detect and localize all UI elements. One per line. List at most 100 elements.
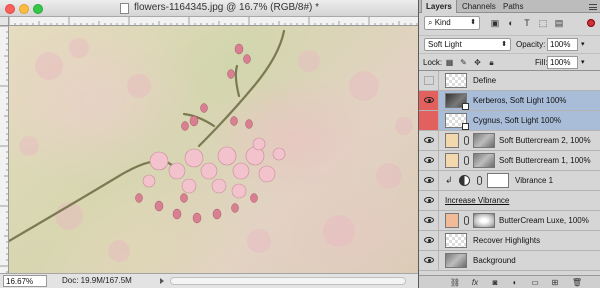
adjustment-icon[interactable]: ◐ [509, 277, 521, 288]
eye-icon [424, 157, 434, 163]
layer-filter-row: ⌕ Kind ⬍ ▣ ◐ T ⬚ ▤ [419, 13, 600, 35]
fx-icon[interactable]: fx [469, 277, 481, 288]
adjustment-filter-icon[interactable]: ◐ [505, 17, 517, 29]
layer-row[interactable]: Soft Buttercream 1, 100% [419, 151, 600, 171]
eye-icon [424, 197, 434, 203]
add-mask-icon[interactable]: ◙ [489, 277, 501, 288]
visibility-toggle[interactable] [419, 251, 439, 270]
kind-filter-value: Kind [434, 18, 451, 27]
cherry-blossom-photo [9, 29, 413, 262]
hidden-eye-icon [424, 76, 434, 85]
visibility-toggle[interactable] [419, 111, 439, 130]
fill-dropdown-icon[interactable]: ▾ [581, 58, 585, 66]
layer-name: Define [473, 76, 497, 85]
document-window: flowers-1164345.jpg @ 16.7% (RGB/8#) * 1… [0, 0, 418, 288]
opacity-input[interactable]: 100% [547, 38, 578, 51]
lock-all-icon[interactable]: 🔒︎ [486, 57, 497, 68]
eye-icon [424, 177, 434, 183]
zoom-level-field[interactable]: 16.67% [3, 275, 47, 287]
document-title: flowers-1164345.jpg @ 16.7% (RGB/8#) * [134, 2, 320, 13]
layer-name: Cygnus, Soft Light 100% [473, 116, 562, 125]
title-bar[interactable]: flowers-1164345.jpg @ 16.7% (RGB/8#) * [0, 0, 418, 17]
layer-row[interactable]: Soft Buttercream 2, 100% [419, 131, 600, 151]
new-layer-icon[interactable]: ⊞ [549, 277, 561, 288]
layer-name: ButterCream Luxe, 100% [499, 216, 589, 225]
vertical-ruler-ticks [0, 25, 8, 273]
layer-mask-thumbnail [473, 133, 495, 148]
status-menu-arrow-icon[interactable] [160, 278, 164, 284]
pixel-filter-icon[interactable]: ▣ [489, 17, 501, 29]
type-filter-icon[interactable]: T [521, 17, 533, 29]
lock-row: Lock: ▦ ✎ ✥ 🔒︎ Fill: 100% ▾ [419, 53, 600, 71]
lock-pixels-icon[interactable]: ✎ [458, 57, 469, 68]
smart-object-filter-icon[interactable]: ▤ [553, 17, 565, 29]
vertical-ruler[interactable] [0, 17, 9, 273]
layer-name: Vibrance 1 [515, 176, 554, 185]
trash-icon[interactable]: 🗑︎ [571, 277, 583, 288]
blend-mode-value: Soft Light [428, 40, 462, 49]
layer-row[interactable]: Cygnus, Soft Light 100% [419, 111, 600, 131]
fill-input[interactable]: 100% [547, 56, 578, 69]
layer-row[interactable]: Define [419, 71, 600, 91]
layer-list: Define Kerberos, Soft Light 100% Cygnus,… [419, 71, 600, 275]
image-canvas[interactable] [9, 26, 418, 273]
visibility-toggle[interactable] [419, 231, 439, 250]
visibility-toggle[interactable] [419, 171, 439, 190]
tab-channels[interactable]: Channels [458, 0, 500, 13]
fill-color-thumbnail [445, 213, 459, 228]
eye-icon [424, 137, 434, 143]
link-icon[interactable] [464, 216, 469, 225]
tab-paths[interactable]: Paths [499, 0, 527, 13]
link-layers-icon[interactable]: ⛓ [449, 277, 461, 288]
visibility-toggle[interactable] [419, 131, 439, 150]
visibility-toggle[interactable] [419, 71, 439, 90]
layer-thumbnail [445, 233, 467, 248]
link-icon[interactable] [464, 136, 469, 145]
opacity-dropdown-icon[interactable]: ▾ [581, 40, 585, 48]
folder-icon[interactable]: ▭ [529, 277, 541, 288]
document-size-info: Doc: 19.9M/167.5M [62, 276, 132, 285]
layer-row[interactable]: ↲ Vibrance 1 [419, 171, 600, 191]
layers-panel: Layers Channels Paths ⌕ Kind ⬍ ▣ ◐ T ⬚ ▤… [419, 0, 600, 288]
link-icon[interactable] [477, 176, 482, 185]
horizontal-ruler[interactable] [9, 17, 418, 26]
fill-label: Fill: [535, 58, 548, 67]
blend-mode-select[interactable]: Soft Light ⬍ [424, 38, 511, 51]
layer-name: Kerberos, Soft Light 100% [473, 96, 567, 105]
tab-layers[interactable]: Layers [421, 0, 457, 13]
kind-filter-select[interactable]: ⌕ Kind ⬍ [424, 16, 480, 30]
visibility-toggle[interactable] [419, 191, 439, 210]
chevron-down-icon: ⬍ [470, 19, 476, 26]
fill-color-thumbnail [445, 133, 459, 148]
layer-row[interactable]: Recover Highlights [419, 231, 600, 251]
layer-thumbnail [445, 253, 467, 268]
eye-icon [424, 97, 434, 103]
lock-transparency-icon[interactable]: ▦ [444, 57, 455, 68]
visibility-toggle[interactable] [419, 211, 439, 230]
layer-name: Soft Buttercream 2, 100% [499, 136, 591, 145]
layer-row[interactable]: Kerberos, Soft Light 100% [419, 91, 600, 111]
layers-footer: ⛓ fx ◙ ◐ ▭ ⊞ 🗑︎ [419, 275, 600, 288]
layer-name: Soft Buttercream 1, 100% [499, 156, 591, 165]
layer-name: Recover Highlights [473, 236, 541, 245]
minimize-button[interactable] [19, 4, 29, 14]
shape-filter-icon[interactable]: ⬚ [537, 17, 549, 29]
smart-object-icon [462, 103, 469, 110]
zoom-button[interactable] [33, 4, 43, 14]
lock-position-icon[interactable]: ✥ [472, 57, 483, 68]
panel-menu-icon[interactable] [589, 4, 597, 10]
layer-row[interactable]: Increase Vibrance [419, 191, 600, 211]
layer-mask-thumbnail [473, 213, 495, 228]
layer-row[interactable]: ButterCream Luxe, 100% [419, 211, 600, 231]
link-icon[interactable] [464, 156, 469, 165]
opacity-label: Opacity: [516, 40, 546, 49]
ruler-origin[interactable] [0, 17, 9, 26]
fill-color-thumbnail [445, 153, 459, 168]
close-button[interactable] [5, 4, 15, 14]
layer-row[interactable]: Background [419, 251, 600, 271]
visibility-toggle[interactable] [419, 91, 439, 110]
photoshop-workspace: flowers-1164345.jpg @ 16.7% (RGB/8#) * 1… [0, 0, 600, 288]
filter-toggle-switch[interactable] [587, 19, 595, 27]
horizontal-scrollbar[interactable] [170, 277, 406, 285]
visibility-toggle[interactable] [419, 151, 439, 170]
